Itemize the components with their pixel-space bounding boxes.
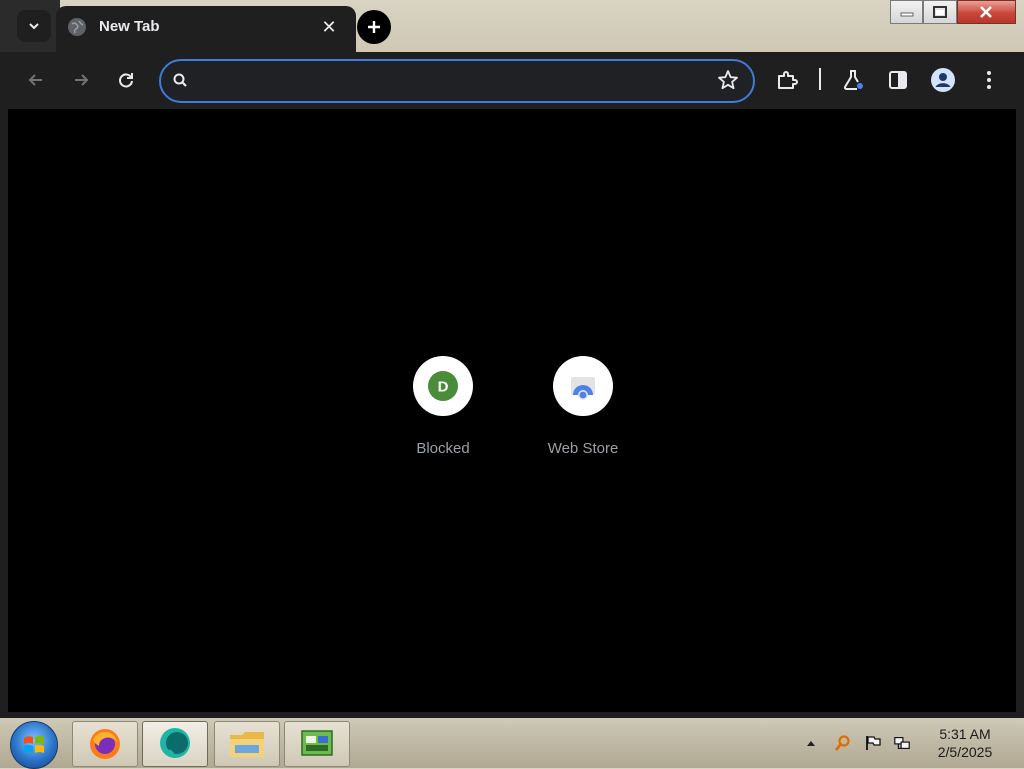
restore-icon xyxy=(933,6,948,18)
menu-button[interactable] xyxy=(976,67,1002,93)
title-bar: New Tab ✕ xyxy=(0,0,1024,52)
plus-icon xyxy=(368,21,380,33)
network-app-icon xyxy=(301,730,333,756)
tab-title: New Tab xyxy=(99,18,160,35)
clock-time: 5:31 AM xyxy=(939,726,991,742)
search-icon xyxy=(835,735,850,751)
tab-close-icon[interactable]: ✕ xyxy=(318,16,340,38)
new-tab-page: D Blocked Web Store xyxy=(8,109,1016,712)
reload-icon xyxy=(119,73,133,88)
labs-button[interactable] xyxy=(840,67,866,93)
network-icon xyxy=(894,737,910,749)
profile-avatar-icon xyxy=(931,68,955,92)
tray-network[interactable] xyxy=(893,734,911,752)
taskbar: 5:31 AM 2/5/2025 xyxy=(0,718,1024,769)
back-button[interactable] xyxy=(24,68,48,92)
action-center-flag-icon xyxy=(866,736,881,750)
new-tab-button[interactable] xyxy=(357,10,391,44)
shortcut-letter: D xyxy=(438,379,449,396)
side-panel-button[interactable] xyxy=(885,67,911,93)
taskbar-app-chat[interactable] xyxy=(142,721,208,767)
reload-button[interactable] xyxy=(114,68,138,92)
browser-window: New Tab ✕ D Blocked Web Store xyxy=(0,0,1024,718)
chevron-down-icon xyxy=(29,23,39,30)
shortcut-tile: D xyxy=(413,356,473,416)
address-input[interactable] xyxy=(195,69,699,95)
window-controls xyxy=(890,0,1016,24)
tray-action-center[interactable] xyxy=(864,734,882,752)
toolbar-separator xyxy=(819,68,821,90)
tab-search-button[interactable] xyxy=(17,10,51,42)
minimize-icon xyxy=(900,12,914,17)
firefox-icon xyxy=(90,729,120,759)
profile-button[interactable] xyxy=(930,67,956,93)
close-button[interactable] xyxy=(956,0,1016,24)
letter-d-icon: D xyxy=(428,371,458,401)
globe-icon xyxy=(68,18,86,36)
shortcut-label: Web Store xyxy=(547,440,619,457)
clock-date: 2/5/2025 xyxy=(937,744,993,760)
minimize-button[interactable] xyxy=(890,0,924,24)
extensions-button[interactable] xyxy=(774,67,800,93)
tab-new-tab[interactable]: New Tab ✕ xyxy=(56,6,356,52)
system-clock[interactable]: 5:31 AM 2/5/2025 xyxy=(926,725,1004,761)
side-panel-icon xyxy=(889,71,907,89)
show-hidden-icons-button[interactable] xyxy=(802,734,820,752)
address-bar[interactable] xyxy=(159,59,755,103)
tray-search-button[interactable] xyxy=(834,734,852,752)
file-explorer-icon xyxy=(230,732,264,757)
shortcut-blocked[interactable]: D Blocked xyxy=(388,356,498,466)
browser-toolbar xyxy=(8,52,1016,108)
shortcut-tile xyxy=(553,356,613,416)
show-hidden-icons-icon xyxy=(807,741,815,746)
taskbar-app-file-explorer[interactable] xyxy=(214,721,280,767)
maximize-button[interactable] xyxy=(923,0,957,24)
labs-flask-icon xyxy=(843,70,863,90)
web-store-icon xyxy=(571,377,595,400)
taskbar-app-firefox[interactable] xyxy=(72,721,138,767)
forward-icon xyxy=(75,74,89,86)
menu-dots-icon xyxy=(987,71,991,89)
extensions-icon xyxy=(778,71,798,89)
back-icon xyxy=(28,74,42,86)
search-icon xyxy=(173,73,187,87)
forward-button[interactable] xyxy=(69,68,93,92)
bookmark-star-icon[interactable] xyxy=(717,69,739,91)
shortcut-web-store[interactable]: Web Store xyxy=(528,356,638,466)
chat-app-icon xyxy=(160,728,190,758)
windows-logo-icon xyxy=(24,736,44,753)
close-icon xyxy=(980,6,993,18)
taskbar-app-network[interactable] xyxy=(284,721,350,767)
start-button[interactable] xyxy=(10,721,58,769)
shortcut-label: Blocked xyxy=(416,440,470,457)
